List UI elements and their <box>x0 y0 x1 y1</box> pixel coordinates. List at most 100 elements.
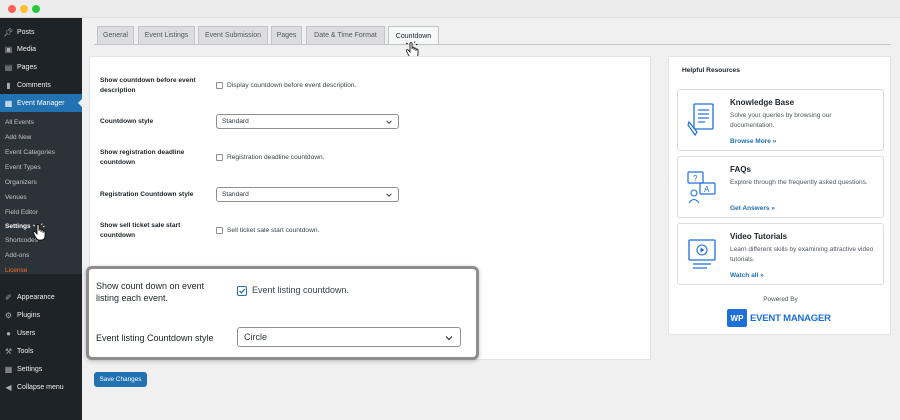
get-answers-link[interactable]: Get Answers » <box>730 205 775 212</box>
sidebar-item-label: Event Manager <box>17 99 65 107</box>
registration-deadline-label: Show registration deadline countdown <box>100 149 185 166</box>
video-icon <box>688 239 716 269</box>
registration-style-value: Standard <box>222 191 249 198</box>
pointer-cursor-icon <box>32 223 46 241</box>
event-listing-countdown-label: Show count down on event listing each ev… <box>96 281 205 303</box>
settings-icon: ▦ <box>4 364 13 374</box>
sidebar-item-tools[interactable]: ⚒ Tools <box>0 342 82 360</box>
submenu-license[interactable]: License <box>5 267 27 274</box>
comments-icon: ▮ <box>6 80 11 90</box>
sell-ticket-checkbox-label: Sell ticket sale start countdown. <box>227 227 320 234</box>
sidebar-item-label: Settings <box>17 365 43 373</box>
media-icon: ▣ <box>4 44 13 54</box>
sidebar-item-label: Comments <box>17 81 51 89</box>
save-changes-button[interactable]: Save Changes <box>94 372 147 387</box>
maximize-window-button[interactable] <box>32 5 40 13</box>
registration-style-select[interactable]: Standard <box>216 187 399 202</box>
checkmark-icon <box>239 288 246 294</box>
submenu-venues[interactable]: Venues <box>5 194 27 201</box>
pages-icon: ▤ <box>4 62 13 72</box>
browse-more-link[interactable]: Browse More » <box>730 138 776 145</box>
sidebar-item-appearance[interactable]: ✐ Appearance <box>0 288 82 306</box>
tab-pages[interactable]: Pages <box>271 26 302 44</box>
submenu-event-types[interactable]: Event Types <box>5 164 41 171</box>
countdown-before-desc-checkbox[interactable] <box>216 82 223 89</box>
close-window-button[interactable] <box>8 5 16 13</box>
minimize-window-button[interactable] <box>20 5 28 13</box>
collapse-icon: ◀ <box>5 382 12 392</box>
tab-date-time-format[interactable]: Date & Time Format <box>306 26 385 44</box>
document-icon <box>687 103 714 137</box>
tools-icon: ⚒ <box>4 346 13 356</box>
sidebar-item-label: Posts <box>17 28 35 36</box>
tab-divider <box>94 44 891 45</box>
sell-ticket-checkbox[interactable] <box>216 227 223 234</box>
calendar-icon: ▦ <box>4 98 13 108</box>
submenu-add-new[interactable]: Add New <box>5 134 31 141</box>
sidebar-item-label: Collapse menu <box>17 383 64 391</box>
sidebar-item-plugins[interactable]: ⚙ Plugins <box>0 306 82 324</box>
plugins-icon: ⚙ <box>4 310 13 320</box>
chevron-down-icon <box>445 336 453 341</box>
video-tutorials-description: Learn different skills by examining attr… <box>730 246 874 263</box>
submenu-field-editor[interactable]: Field Editor <box>5 209 38 216</box>
countdown-before-desc-label: Show countdown before event description <box>100 77 196 94</box>
zoom-callout: Show count down on event listing each ev… <box>86 266 479 360</box>
faq-icon: ? A <box>687 171 716 204</box>
countdown-style-select[interactable]: Standard <box>216 114 399 129</box>
countdown-style-label: Countdown style <box>100 118 154 125</box>
pin-icon: 📌︎ <box>3 27 14 37</box>
registration-style-label: Registration Countdown style <box>100 191 194 198</box>
faqs-card[interactable]: ? A FAQs Explore through the frequently … <box>677 156 884 218</box>
users-icon: ● <box>6 328 11 338</box>
faqs-description: Explore through the frequently asked que… <box>730 179 868 186</box>
sidebar-item-comments[interactable]: ▮ Comments <box>0 76 82 94</box>
video-tutorials-card[interactable]: Video Tutorials Learn different skills b… <box>677 223 884 285</box>
helpful-resources-title: Helpful Resources <box>682 67 740 74</box>
appearance-icon: ✐ <box>5 292 12 302</box>
wp-event-manager-logo[interactable]: WP EVENT MANAGER <box>727 307 837 329</box>
sidebar-item-posts[interactable]: 📌︎ Posts <box>0 23 82 41</box>
submenu-event-categories[interactable]: Event Categories <box>5 149 55 156</box>
powered-by-text: Powered By <box>763 296 798 303</box>
logo-text: EVENT MANAGER <box>750 313 831 324</box>
sidebar-item-users[interactable]: ● Users <box>0 324 82 342</box>
countdown-before-desc-checkbox-label: Display countdown before event descripti… <box>227 82 357 89</box>
registration-deadline-checkbox[interactable] <box>216 154 223 161</box>
submenu-all-events[interactable]: All Events <box>5 119 34 126</box>
event-listing-style-select[interactable]: Circle <box>237 327 461 347</box>
watch-all-link[interactable]: Watch all » <box>730 272 764 279</box>
knowledge-base-description: Solve your queries by browsing our docum… <box>730 112 832 129</box>
sell-ticket-label: Show sell ticket sale start countdown <box>100 222 181 239</box>
event-listing-countdown-checkbox[interactable] <box>237 286 247 296</box>
sidebar-item-event-manager[interactable]: ▦ Event Manager <box>0 94 82 112</box>
submenu-settings[interactable]: Settings <box>5 223 31 230</box>
faqs-title: FAQs <box>730 165 751 174</box>
sidebar-item-label: Appearance <box>17 293 55 301</box>
video-tutorials-title: Video Tutorials <box>730 232 788 241</box>
svg-text:A: A <box>704 185 710 194</box>
countdown-style-value: Standard <box>222 118 249 125</box>
event-listing-countdown-checkbox-label: Event listing countdown. <box>252 285 350 295</box>
submenu-organizers[interactable]: Organizers <box>5 179 37 186</box>
sidebar-item-media[interactable]: ▣ Media <box>0 40 82 58</box>
svg-text:?: ? <box>693 174 698 183</box>
collapse-menu-button[interactable]: ◀ Collapse menu <box>0 378 82 396</box>
sidebar-item-label: Plugins <box>17 311 40 319</box>
tab-event-listings[interactable]: Event Listings <box>138 26 195 44</box>
sidebar-item-label: Pages <box>17 63 37 71</box>
sidebar-item-label: Users <box>17 329 36 337</box>
submenu-add-ons[interactable]: Add-ons <box>5 252 29 259</box>
active-indicator <box>78 99 82 107</box>
tab-general[interactable]: General <box>97 26 134 44</box>
knowledge-base-card[interactable]: Knowledge Base Solve your queries by bro… <box>677 89 884 151</box>
registration-deadline-checkbox-label: Registration deadline countdown. <box>227 154 325 161</box>
event-listing-style-value: Circle <box>244 332 268 342</box>
sidebar-item-pages[interactable]: ▤ Pages <box>0 58 82 76</box>
sidebar-item-label: Media <box>17 45 37 53</box>
tab-event-submission[interactable]: Event Submission <box>198 26 268 44</box>
sidebar-item-label: Tools <box>17 347 34 355</box>
window-titlebar <box>0 0 900 18</box>
knowledge-base-title: Knowledge Base <box>730 98 795 107</box>
sidebar-item-settings[interactable]: ▦ Settings <box>0 360 82 378</box>
